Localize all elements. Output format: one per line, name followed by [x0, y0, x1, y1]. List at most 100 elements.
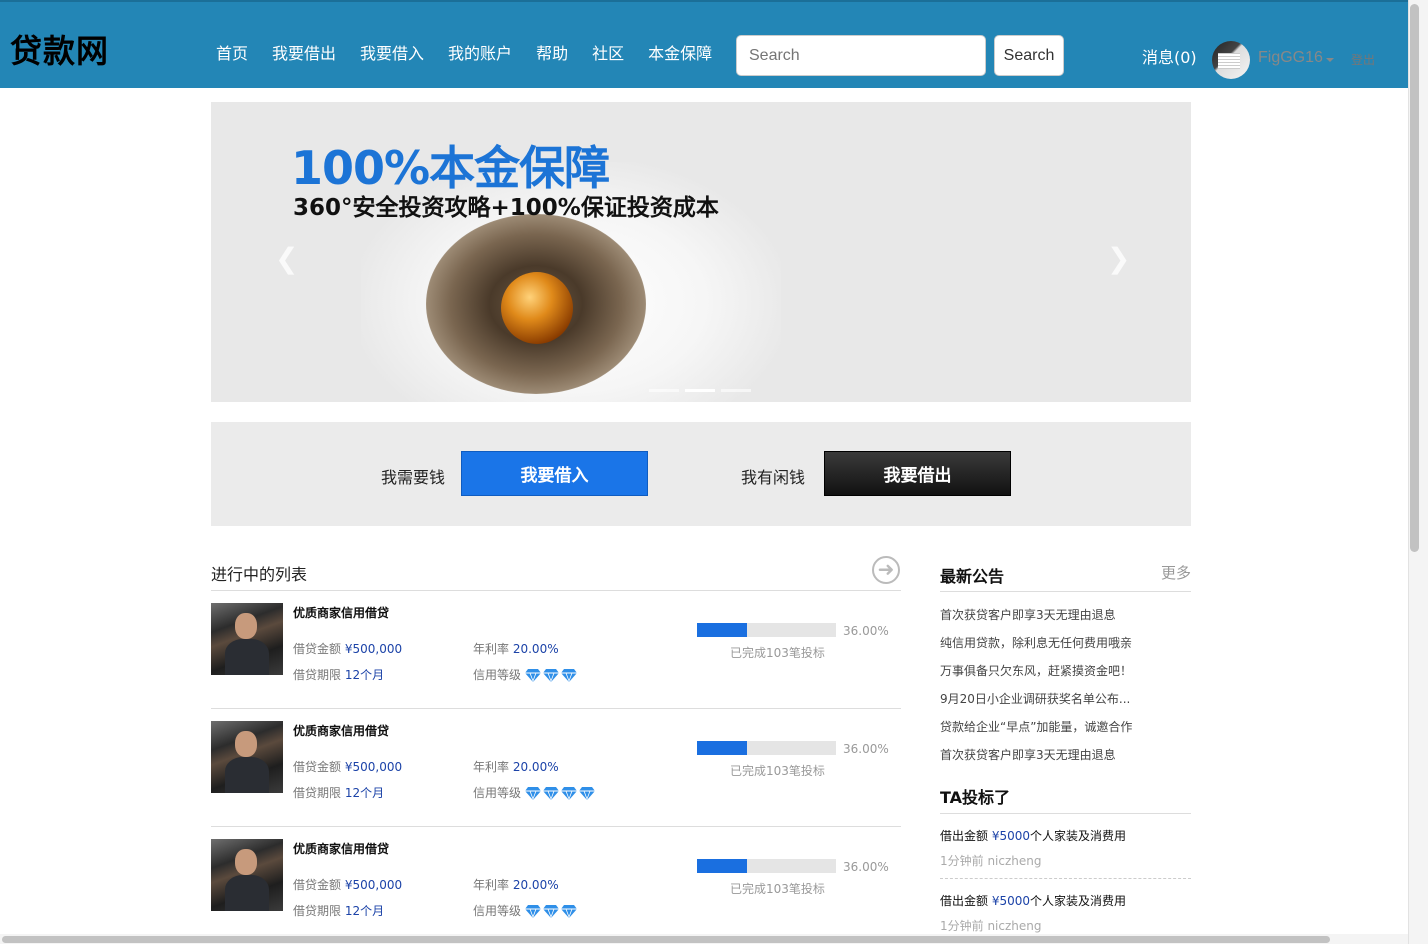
horizontal-scrollbar-thumb[interactable]: [2, 936, 1330, 943]
loan-term-row: 借贷期限 12个月: [293, 902, 384, 919]
loan-item[interactable]: 优质商家信用借贷 借贷金额 ¥500,000 借贷期限 12个月 年利率 20.…: [211, 827, 901, 944]
funding-progress-percent: 36.00%: [843, 742, 889, 756]
site-logo[interactable]: 贷款网: [10, 26, 109, 72]
vertical-scrollbar-thumb[interactable]: [1410, 4, 1419, 552]
diamond-icon: [542, 905, 559, 918]
funding-progress-note: 已完成103笔投标: [730, 646, 825, 660]
carousel-indicator[interactable]: [649, 389, 679, 392]
bid-purpose: 个人家装及消费用: [1030, 894, 1127, 908]
nav-home[interactable]: 首页: [204, 42, 260, 66]
lend-button[interactable]: 我要借出: [824, 451, 1011, 496]
carousel-indicator-active[interactable]: [685, 389, 715, 392]
loan-title[interactable]: 优质商家信用借贷: [293, 604, 389, 621]
messages-link[interactable]: 消息(0): [1142, 48, 1197, 68]
search-input[interactable]: [736, 35, 986, 76]
need-money-label: 我需要钱: [381, 468, 446, 487]
recent-bids-header: TA投标了: [940, 778, 1191, 814]
chevron-left-icon[interactable]: ❮: [275, 242, 298, 275]
loan-rate-row: 年利率 20.00%: [473, 758, 559, 775]
borrower-photo[interactable]: [211, 839, 283, 911]
loan-rate-label: 年利率: [473, 760, 510, 774]
notices-title: 最新公告: [940, 567, 1005, 586]
funding-progress-note: 已完成103笔投标: [730, 882, 825, 896]
loan-term-label: 借贷期限: [293, 668, 342, 682]
loan-term-label: 借贷期限: [293, 904, 342, 918]
nav-lend[interactable]: 我要借出: [260, 42, 348, 66]
carousel-indicators: [649, 389, 751, 392]
chevron-right-icon[interactable]: ❯: [1107, 242, 1130, 275]
diamond-icon: [524, 669, 541, 682]
loan-title[interactable]: 优质商家信用借贷: [293, 840, 389, 857]
bid-meta: 1分钟前 niczheng: [940, 919, 1042, 933]
loan-credit-row: 信用等级: [473, 784, 595, 801]
nav-community[interactable]: 社区: [580, 42, 636, 66]
have-money-label: 我有闲钱: [741, 468, 806, 487]
search-button[interactable]: Search: [994, 35, 1064, 76]
logout-link[interactable]: 登出: [1351, 51, 1375, 68]
loan-term-value: 12个月: [344, 786, 385, 800]
golden-egg-image: [501, 272, 573, 344]
loan-amount-label: 借贷金额: [293, 760, 342, 774]
avatar[interactable]: [1212, 41, 1250, 79]
funding-progress-note: 已完成103笔投标: [730, 764, 825, 778]
bid-meta: 1分钟前 niczheng: [940, 854, 1042, 868]
loan-credit-row: 信用等级: [473, 666, 577, 683]
loan-credit-label: 信用等级: [473, 904, 522, 918]
loan-rate-value: 20.00%: [512, 642, 559, 656]
nav-borrow[interactable]: 我要借入: [348, 42, 436, 66]
notices-header: 最新公告 更多: [940, 554, 1191, 592]
loan-amount-value: ¥500,000: [344, 642, 403, 656]
borrow-button[interactable]: 我要借入: [461, 451, 648, 496]
loan-amount-label: 借贷金额: [293, 878, 342, 892]
notice-item[interactable]: 首次获贷客户即享3天无理由退息: [940, 746, 1116, 763]
bid-summary: 借出金额 ¥5000个人家装及消费用: [940, 827, 1191, 844]
loan-term-row: 借贷期限 12个月: [293, 784, 384, 801]
diamond-icon: [542, 787, 559, 800]
banner-subtitle: 360°安全投资攻略+100%保证投资成本: [293, 195, 719, 221]
main-nav: 首页 我要借出 我要借入 我的账户 帮助 社区 本金保障: [204, 42, 724, 66]
arrow-right-circle-icon[interactable]: ➜: [872, 556, 900, 584]
borrower-photo[interactable]: [211, 603, 283, 675]
notices-more-link[interactable]: 更多: [1161, 562, 1191, 583]
loan-item[interactable]: 优质商家信用借贷 借贷金额 ¥500,000 借贷期限 12个月 年利率 20.…: [211, 709, 901, 827]
bid-item[interactable]: 借出金额 ¥5000个人家装及消费用 1分钟前 niczheng: [940, 892, 1191, 934]
diamond-icon: [524, 787, 541, 800]
notice-item[interactable]: 9月20日小企业调研获奖名单公布...: [940, 690, 1130, 707]
diamond-icon: [578, 787, 595, 800]
notice-item[interactable]: 纯信用贷款，除利息无任何费用哦亲: [940, 634, 1132, 651]
funding-progress-fill: [697, 859, 748, 873]
nav-my-account[interactable]: 我的账户: [436, 42, 524, 66]
loan-amount-row: 借贷金额 ¥500,000: [293, 758, 402, 775]
diamond-icon: [560, 905, 577, 918]
funding-progress-bar: [697, 859, 836, 873]
bid-label: 借出金额: [940, 829, 989, 843]
loan-amount-value: ¥500,000: [344, 878, 403, 892]
funding-progress-fill: [697, 623, 748, 637]
loan-amount-row: 借贷金额 ¥500,000: [293, 876, 402, 893]
bid-item[interactable]: 借出金额 ¥5000个人家装及消费用 1分钟前 niczheng: [940, 827, 1191, 869]
carousel-indicator[interactable]: [721, 389, 751, 392]
funding-progress-percent: 36.00%: [843, 860, 889, 874]
loan-title[interactable]: 优质商家信用借贷: [293, 722, 389, 739]
diamond-icon: [560, 669, 577, 682]
credit-gems: [524, 669, 577, 682]
bid-purpose: 个人家装及消费用: [1030, 829, 1127, 843]
funding-progress-percent: 36.00%: [843, 624, 889, 638]
notice-item[interactable]: 首次获贷客户即享3天无理由退息: [940, 606, 1116, 623]
loan-credit-label: 信用等级: [473, 668, 522, 682]
notice-item[interactable]: 万事俱备只欠东风，赶紧摸资金吧！: [940, 662, 1132, 679]
diamond-icon: [542, 669, 559, 682]
user-menu-name[interactable]: FigGG16: [1258, 49, 1323, 67]
loan-rate-label: 年利率: [473, 878, 510, 892]
loan-item[interactable]: 优质商家信用借贷 借贷金额 ¥500,000 借贷期限 12个月 年利率 20.…: [211, 591, 901, 709]
borrower-photo[interactable]: [211, 721, 283, 793]
loan-amount-row: 借贷金额 ¥500,000: [293, 640, 402, 657]
nav-principal-guarantee[interactable]: 本金保障: [636, 42, 724, 66]
caret-down-icon[interactable]: [1326, 58, 1334, 62]
loan-rate-value: 20.00%: [512, 878, 559, 892]
notice-item[interactable]: 贷款给企业“早点”加能量，诚邀合作: [940, 718, 1132, 735]
loan-rate-row: 年利率 20.00%: [473, 876, 559, 893]
nav-help[interactable]: 帮助: [524, 42, 580, 66]
bid-amount: ¥5000: [991, 894, 1031, 908]
loan-term-row: 借贷期限 12个月: [293, 666, 384, 683]
